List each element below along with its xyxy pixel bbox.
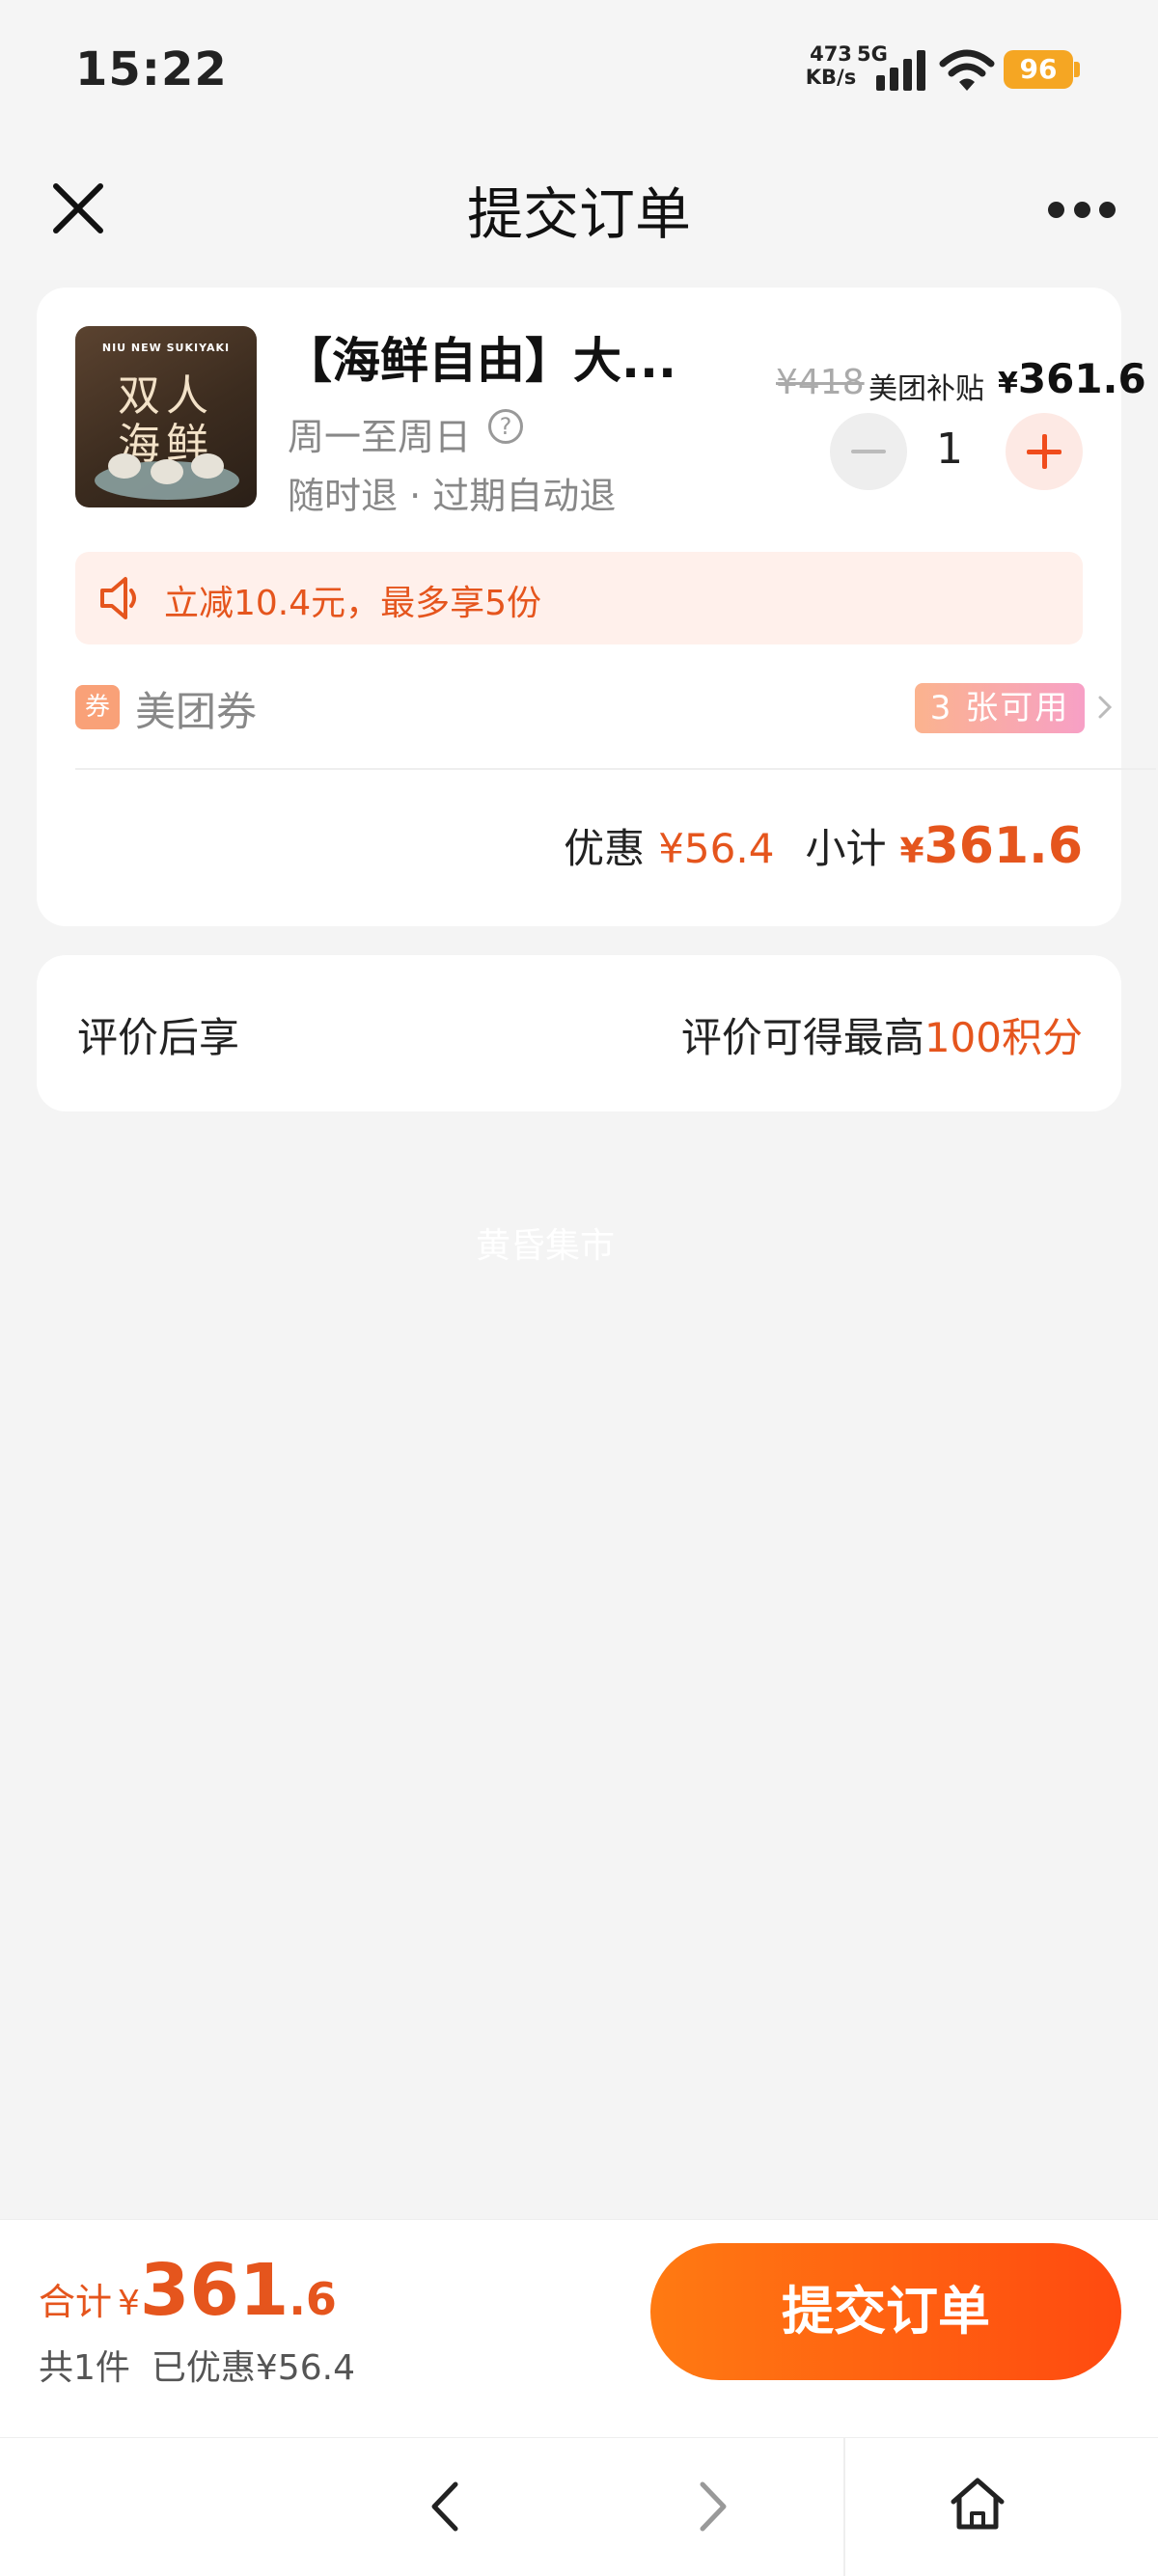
discount-value: ¥56.4 — [658, 825, 775, 872]
subtotal-amount: 361.6 — [924, 817, 1083, 875]
original-price: ¥418 — [776, 363, 865, 402]
net-speed-value: 473 — [810, 42, 852, 66]
subsidy-label: 美团补贴 — [868, 372, 984, 406]
thumb-brand: NIU NEW SUKIYAKI — [101, 342, 231, 354]
net-speed: 473 KB/s — [803, 42, 859, 89]
watermark: 黄昏集市 — [475, 1226, 615, 1266]
quantity-value: 1 — [936, 425, 963, 474]
current-price: ¥361.6 — [998, 355, 1146, 402]
review-reward-text: 评价可得最高100积分 — [681, 1005, 1083, 1064]
signal-icon — [876, 48, 928, 91]
status-bar: 15:22 473 KB/s 5G 96 — [0, 0, 1158, 140]
product-refund-policy: 随时退 · 过期自动退 — [288, 475, 617, 517]
page-title: 提交订单 — [466, 181, 691, 247]
order-item-card: NIU NEW SUKIYAKI 双人 海鲜 【海鲜自由】大... 周一至周日 … — [37, 288, 1156, 926]
promo-banner: 立减10.4元，最多享5份 — [75, 552, 1083, 644]
review-reward-card: 评价后享 评价可得最高100积分 — [37, 955, 1121, 1111]
chevron-right-icon — [1098, 696, 1113, 719]
chevron-right-icon[interactable] — [679, 2475, 743, 2538]
saved-amount: 已优惠¥56.4 — [151, 2348, 355, 2388]
chevron-left-icon[interactable] — [415, 2475, 479, 2538]
coupon-row[interactable]: 券 美团券 3 张可用 — [75, 673, 1113, 760]
total-decimal: .6 — [289, 2273, 337, 2325]
home-icon[interactable] — [946, 2473, 1009, 2536]
product-valid-days: 周一至周日 — [288, 416, 472, 458]
thumb-oyster — [151, 459, 183, 484]
nav-separator — [843, 2438, 845, 2576]
review-reward-points: 100积分 — [924, 1014, 1083, 1061]
wifi-icon — [939, 49, 995, 91]
price-summary: 优惠 ¥56.4 小计 ¥361.6 — [564, 816, 1083, 875]
status-time: 15:22 — [75, 42, 228, 96]
coupon-label: 美团券 — [135, 688, 258, 735]
increase-quantity-button[interactable] — [1006, 413, 1083, 490]
coupon-icon: 券 — [75, 685, 120, 729]
subtotal-yen: ¥ — [899, 832, 924, 871]
current-price-value: 361.6 — [1017, 355, 1146, 402]
subtotal-value: ¥361.6 — [899, 817, 1083, 875]
current-price-yen: ¥ — [998, 367, 1018, 400]
browser-nav-bar — [0, 2437, 1158, 2576]
help-icon[interactable]: ? — [488, 409, 523, 444]
product-title[interactable]: 【海鲜自由】大... — [284, 322, 728, 392]
checkout-bar: 合计 ¥ 361 .6 共1件 已优惠¥56.4 提交订单 — [0, 2219, 1158, 2437]
decrease-quantity-button[interactable] — [830, 413, 907, 490]
submit-order-button[interactable]: 提交订单 — [650, 2243, 1121, 2380]
divider — [75, 768, 1156, 770]
total-meta: 共1件 已优惠¥56.4 — [39, 2340, 355, 2390]
product-thumbnail[interactable]: NIU NEW SUKIYAKI 双人 海鲜 — [75, 326, 257, 507]
total-label: 合计 — [39, 2281, 113, 2323]
net-speed-unit: KB/s — [805, 66, 857, 89]
subtotal-label: 小计 — [805, 825, 887, 872]
review-left-label: 评价后享 — [77, 1014, 240, 1061]
total-price: 合计 ¥ 361 .6 — [39, 2249, 337, 2332]
total-yen: ¥ — [118, 2284, 140, 2323]
promo-text: 立减10.4元，最多享5份 — [164, 584, 542, 623]
speaker-icon — [100, 577, 136, 619]
nav-bar: 提交订单 — [0, 140, 1158, 280]
item-count: 共1件 — [39, 2348, 130, 2388]
thumb-oyster — [108, 453, 141, 479]
battery-indicator: 96 — [1004, 50, 1080, 89]
thumb-oyster — [191, 453, 224, 479]
discount-label: 优惠 — [564, 825, 646, 872]
total-integer: 361 — [139, 2249, 290, 2332]
more-icon[interactable] — [1048, 190, 1116, 229]
review-reward-prefix: 评价可得最高 — [680, 1014, 924, 1061]
coupon-available-badge[interactable]: 3 张可用 — [915, 683, 1085, 733]
